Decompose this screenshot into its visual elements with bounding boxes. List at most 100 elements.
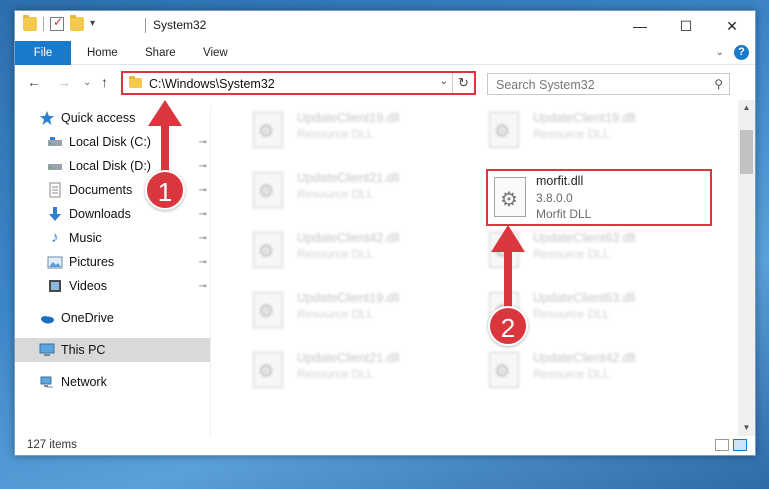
sidebar-item-downloads[interactable]: Downloads ⊸ bbox=[15, 202, 211, 226]
list-item[interactable]: UpdateClient19.dll Resource DLL bbox=[475, 108, 695, 158]
videos-icon bbox=[47, 278, 63, 294]
dll-file-icon bbox=[253, 352, 283, 388]
scroll-up-icon[interactable]: ▲ bbox=[738, 100, 755, 116]
back-button[interactable]: ← bbox=[27, 74, 41, 90]
file-description: Resource DLL bbox=[297, 127, 374, 141]
address-text[interactable]: C:\Windows\System32 bbox=[149, 77, 275, 91]
pictures-icon bbox=[47, 254, 63, 270]
minimize-button[interactable]: — bbox=[617, 11, 663, 41]
file-name: UpdateClient42.dll bbox=[533, 351, 636, 365]
dll-file-icon bbox=[253, 232, 283, 268]
sidebar-item-local-disk-d[interactable]: Local Disk (D:) ⊸ bbox=[15, 154, 211, 178]
customize-toolbar-icon[interactable]: ▾ bbox=[90, 17, 104, 31]
address-bar[interactable]: C:\Windows\System32 ⌄ ↻ bbox=[121, 71, 476, 95]
sidebar-item-local-disk-c[interactable]: Local Disk (C:) ⊸ bbox=[15, 130, 211, 154]
tab-home[interactable]: Home bbox=[75, 41, 130, 65]
dll-file-icon bbox=[253, 172, 283, 208]
window-title: System32 bbox=[153, 18, 207, 32]
sidebar-item-label: Pictures bbox=[69, 255, 115, 269]
list-item[interactable]: UpdateClient21.dll Resource DLL bbox=[239, 168, 459, 218]
sidebar-item-quick-access[interactable]: Quick access bbox=[15, 106, 211, 130]
expand-ribbon-icon[interactable]: ⌄ bbox=[716, 47, 724, 58]
scroll-down-icon[interactable]: ▼ bbox=[738, 420, 755, 436]
tab-file[interactable]: File bbox=[15, 41, 71, 65]
scrollbar-thumb[interactable] bbox=[740, 130, 753, 174]
pin-icon[interactable]: ⊸ bbox=[199, 209, 207, 220]
sidebar-item-label: Quick access bbox=[61, 111, 136, 125]
list-item[interactable]: UpdateClient19.dll Resource DLL bbox=[239, 108, 459, 158]
search-input[interactable]: Search System32 ⚲ bbox=[487, 73, 730, 95]
sidebar-item-label: This PC bbox=[61, 343, 106, 357]
sidebar-item-label: OneDrive bbox=[61, 311, 114, 325]
details-view-icon[interactable] bbox=[715, 439, 729, 451]
file-name: UpdateClient19.dll bbox=[533, 111, 636, 125]
tab-view[interactable]: View bbox=[191, 41, 240, 65]
morfit-dll-item[interactable]: morfit.dll 3.8.0.0 Morfit DLL bbox=[486, 169, 712, 226]
sidebar-item-music[interactable]: ♪ Music ⊸ bbox=[15, 226, 211, 250]
computer-icon bbox=[39, 342, 55, 358]
dll-file-icon bbox=[253, 292, 283, 328]
new-folder-icon[interactable] bbox=[70, 15, 84, 31]
tiles-view-icon[interactable] bbox=[733, 439, 747, 451]
drive-icon bbox=[47, 158, 63, 174]
file-description: Resource DLL bbox=[533, 307, 610, 321]
title-bar: ▾ System32 — ☐ ✕ bbox=[15, 11, 755, 41]
navigation-bar: ← → ⌄ ↑ C:\Windows\System32 ⌄ ↻ Search S… bbox=[15, 66, 755, 100]
sidebar-item-videos[interactable]: Videos ⊸ bbox=[15, 274, 211, 298]
dll-file-icon bbox=[489, 232, 519, 268]
file-name: UpdateClient19.dll bbox=[297, 111, 400, 125]
pin-icon[interactable]: ⊸ bbox=[199, 161, 207, 172]
list-item[interactable]: UpdateClient42.dll Resource DLL bbox=[239, 228, 459, 278]
file-name: UpdateClient42.dll bbox=[297, 231, 400, 245]
list-item[interactable]: UpdateClient19.dll Resource DLL bbox=[239, 288, 459, 338]
sidebar-item-pictures[interactable]: Pictures ⊸ bbox=[15, 250, 211, 274]
recent-locations-button[interactable]: ⌄ bbox=[83, 77, 91, 88]
sidebar-item-network[interactable]: Network bbox=[15, 370, 211, 394]
dll-file-icon bbox=[494, 177, 526, 217]
search-icon: ⚲ bbox=[714, 77, 723, 91]
file-list: UpdateClient19.dll Resource DLL UpdateCl… bbox=[225, 106, 730, 431]
tab-share[interactable]: Share bbox=[133, 41, 188, 65]
download-icon bbox=[47, 206, 63, 222]
dll-file-icon bbox=[253, 112, 283, 148]
forward-button[interactable]: → bbox=[57, 74, 71, 90]
list-item[interactable]: UpdateClient42.dll Resource DLL bbox=[475, 348, 695, 398]
pin-icon[interactable]: ⊸ bbox=[199, 137, 207, 148]
star-icon bbox=[39, 110, 55, 126]
sidebar-item-this-pc[interactable]: This PC bbox=[15, 338, 211, 362]
item-count: 127 items bbox=[27, 439, 77, 451]
file-description: Resource DLL bbox=[533, 367, 610, 381]
sidebar-item-label: Music bbox=[69, 231, 102, 245]
file-name: UpdateClient19.dll bbox=[297, 291, 400, 305]
file-version: 3.8.0.0 bbox=[536, 191, 573, 205]
file-name: UpdateClient63.dll bbox=[533, 231, 636, 245]
dll-file-icon bbox=[489, 352, 519, 388]
navigation-pane: Quick access Local Disk (C:) ⊸ Local Dis… bbox=[15, 106, 211, 431]
refresh-button[interactable]: ↻ bbox=[452, 73, 474, 93]
ribbon-tabs: File Home Share View ⌄ ? bbox=[15, 41, 755, 65]
vertical-scrollbar[interactable]: ▲ ▼ bbox=[738, 100, 755, 436]
pin-icon[interactable]: ⊸ bbox=[199, 233, 207, 244]
folder-icon bbox=[23, 15, 37, 31]
close-button[interactable]: ✕ bbox=[709, 11, 755, 41]
up-button[interactable]: ↑ bbox=[101, 74, 108, 90]
sidebar-item-onedrive[interactable]: OneDrive bbox=[15, 306, 211, 330]
pin-icon[interactable]: ⊸ bbox=[199, 281, 207, 292]
help-icon[interactable]: ? bbox=[734, 45, 749, 60]
file-description: Resource DLL bbox=[297, 367, 374, 381]
maximize-button[interactable]: ☐ bbox=[663, 11, 709, 41]
cloud-icon bbox=[39, 310, 55, 326]
list-item[interactable]: UpdateClient21.dll Resource DLL bbox=[239, 348, 459, 398]
file-description: Resource DLL bbox=[297, 307, 374, 321]
music-icon: ♪ bbox=[51, 229, 59, 246]
file-name: morfit.dll bbox=[536, 174, 584, 188]
pin-icon[interactable]: ⊸ bbox=[199, 185, 207, 196]
sidebar-item-label: Local Disk (C:) bbox=[69, 135, 151, 149]
list-item[interactable]: UpdateClient63.dll Resource DLL bbox=[475, 228, 695, 278]
pin-icon[interactable]: ⊸ bbox=[199, 257, 207, 268]
address-dropdown-icon[interactable]: ⌄ bbox=[440, 76, 448, 87]
status-bar: 127 items bbox=[15, 436, 755, 456]
properties-icon[interactable] bbox=[50, 15, 64, 31]
folder-icon bbox=[129, 76, 142, 88]
file-description: Resource DLL bbox=[297, 247, 374, 261]
